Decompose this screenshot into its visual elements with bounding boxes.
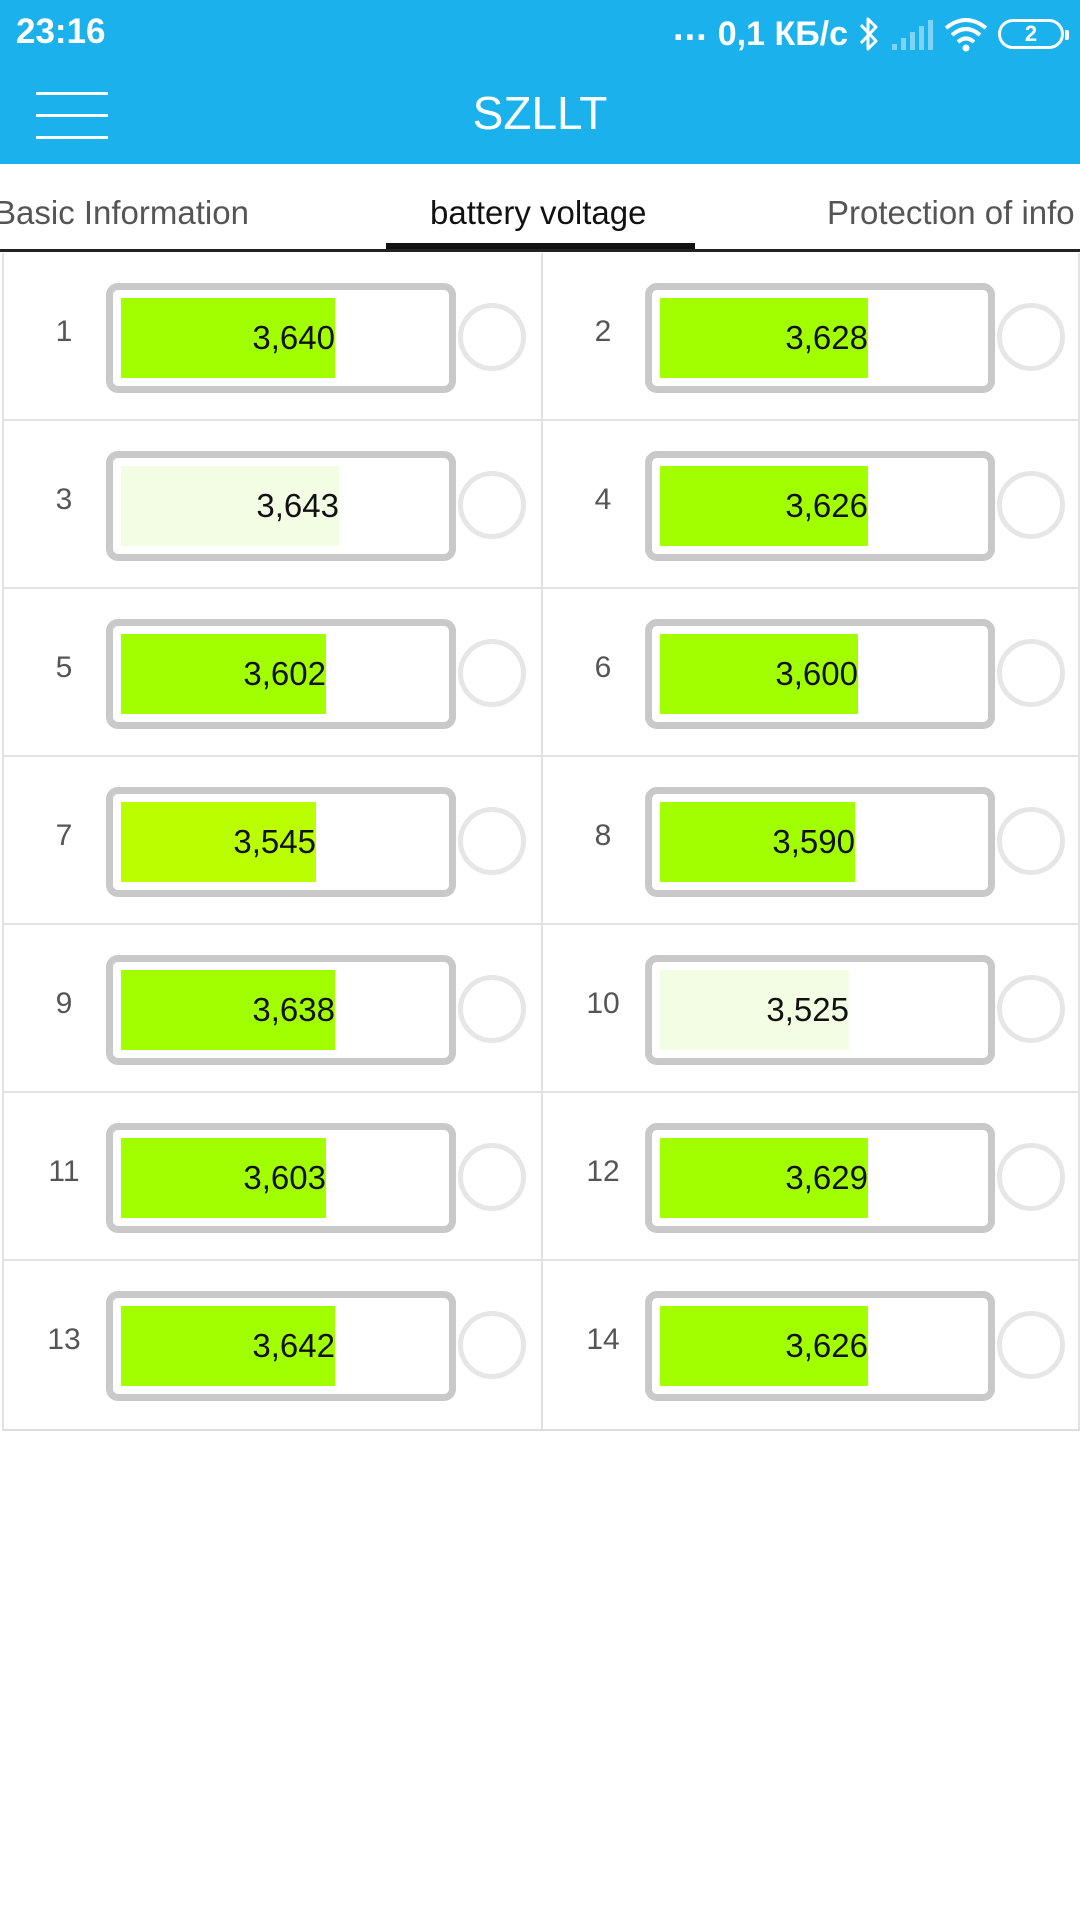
battery-cell-item: 11 3,603 xyxy=(2,1093,541,1259)
cell-voltage-bar: 3,626 xyxy=(645,451,995,561)
cell-voltage-value: 3,642 xyxy=(252,1327,335,1364)
cell-voltage-bar: 3,525 xyxy=(645,955,995,1065)
cell-voltage-bar: 3,626 xyxy=(645,1291,995,1401)
cell-index: 3 xyxy=(55,483,73,516)
cell-index: 11 xyxy=(48,1155,80,1188)
cell-voltage-value: 3,638 xyxy=(252,991,335,1028)
cell-voltage-bar: 3,600 xyxy=(645,619,995,729)
balance-indicator-radio[interactable] xyxy=(997,807,1065,875)
battery-cell-item: 13 3,642 xyxy=(2,1261,541,1429)
battery-cell-item: 10 3,525 xyxy=(541,925,1080,1091)
battery-icon: 2 xyxy=(998,19,1069,49)
cell-row: 11 3,603 12 3,629 xyxy=(2,1093,1080,1261)
cell-index: 14 xyxy=(586,1323,620,1356)
cell-row: 5 3,602 6 3,600 xyxy=(2,589,1080,757)
tab-protection-of-info[interactable]: Protection of info xyxy=(827,194,1075,232)
cell-voltage-value: 3,628 xyxy=(785,319,868,356)
cell-index: 2 xyxy=(594,315,612,348)
balance-indicator-radio[interactable] xyxy=(458,639,526,707)
status-icons: ... 0,1 КБ/с 2 xyxy=(673,7,1069,58)
cell-voltage-value: 3,590 xyxy=(772,823,855,860)
battery-cell-item: 3 3,643 xyxy=(2,421,541,587)
cell-voltage-value: 3,640 xyxy=(252,319,335,356)
balance-indicator-radio[interactable] xyxy=(458,471,526,539)
balance-indicator-radio[interactable] xyxy=(997,471,1065,539)
cell-row: 3 3,643 4 3,626 xyxy=(2,421,1080,589)
battery-cell-item: 8 3,590 xyxy=(541,757,1080,923)
cell-row: 13 3,642 14 3,626 xyxy=(2,1261,1080,1429)
cell-index: 4 xyxy=(594,483,612,516)
cell-voltage-value: 3,643 xyxy=(256,487,339,524)
battery-cell-item: 6 3,600 xyxy=(541,589,1080,755)
battery-cell-item: 9 3,638 xyxy=(2,925,541,1091)
battery-cell-item: 4 3,626 xyxy=(541,421,1080,587)
status-bar: 23:16 ... 0,1 КБ/с 2 xyxy=(0,0,1080,68)
cell-voltage-bar: 3,643 xyxy=(106,451,456,561)
balance-indicator-radio[interactable] xyxy=(997,975,1065,1043)
cell-index: 10 xyxy=(586,987,620,1020)
balance-indicator-radio[interactable] xyxy=(458,807,526,875)
bluetooth-icon xyxy=(859,17,878,51)
cell-voltage-bar: 3,602 xyxy=(106,619,456,729)
battery-cell-item: 5 3,602 xyxy=(2,589,541,755)
balance-indicator-radio[interactable] xyxy=(458,1311,526,1379)
balance-indicator-radio[interactable] xyxy=(458,975,526,1043)
cell-index: 9 xyxy=(55,987,73,1020)
battery-cell-item: 1 3,640 xyxy=(2,253,541,419)
status-time: 23:16 xyxy=(16,12,106,51)
cell-voltage-bar: 3,638 xyxy=(106,955,456,1065)
battery-cell-item: 7 3,545 xyxy=(2,757,541,923)
tab-battery-voltage[interactable]: battery voltage xyxy=(430,194,646,232)
cell-row: 7 3,545 8 3,590 xyxy=(2,757,1080,925)
balance-indicator-radio[interactable] xyxy=(997,1311,1065,1379)
balance-indicator-radio[interactable] xyxy=(458,1143,526,1211)
cellular-signal-icon xyxy=(892,20,933,50)
cell-voltage-value: 3,629 xyxy=(785,1159,868,1196)
cell-voltage-value: 3,626 xyxy=(785,1327,868,1364)
cell-voltage-value: 3,626 xyxy=(785,487,868,524)
cell-index: 7 xyxy=(55,819,73,852)
cell-voltage-value: 3,525 xyxy=(766,991,849,1028)
more-notifications-icon: ... xyxy=(673,7,708,49)
balance-indicator-radio[interactable] xyxy=(458,303,526,371)
cell-voltage-value: 3,602 xyxy=(243,655,326,692)
tab-bar: Basic Information battery voltage Protec… xyxy=(0,164,1080,252)
wifi-icon xyxy=(944,18,988,52)
app-header: 23:16 ... 0,1 КБ/с 2 SZLLT xyxy=(0,0,1080,164)
cell-index: 8 xyxy=(594,819,612,852)
cell-index: 5 xyxy=(55,651,73,684)
cell-voltage-grid: 1 3,640 2 3,628 3 3,643 4 3,626 5 3,602 6 3,600 7 3,5… xyxy=(2,253,1080,1431)
cell-voltage-value: 3,603 xyxy=(243,1159,326,1196)
cell-voltage-bar: 3,640 xyxy=(106,283,456,393)
cell-voltage-bar: 3,629 xyxy=(645,1123,995,1233)
network-speed: 0,1 КБ/с xyxy=(717,14,848,53)
battery-cell-item: 12 3,629 xyxy=(541,1093,1080,1259)
cell-index: 12 xyxy=(586,1155,620,1188)
balance-indicator-radio[interactable] xyxy=(997,1143,1065,1211)
cell-row: 1 3,640 2 3,628 xyxy=(2,253,1080,421)
active-tab-indicator xyxy=(386,243,695,249)
cell-voltage-bar: 3,642 xyxy=(106,1291,456,1401)
cell-voltage-value: 3,600 xyxy=(775,655,858,692)
cell-voltage-value: 3,545 xyxy=(233,823,316,860)
app-title: SZLLT xyxy=(472,87,608,139)
cell-index: 13 xyxy=(47,1323,81,1356)
cell-voltage-bar: 3,603 xyxy=(106,1123,456,1233)
battery-cell-item: 2 3,628 xyxy=(541,253,1080,419)
balance-indicator-radio[interactable] xyxy=(997,303,1065,371)
cell-row: 9 3,638 10 3,525 xyxy=(2,925,1080,1093)
cell-index: 6 xyxy=(594,651,612,684)
battery-cell-item: 14 3,626 xyxy=(541,1261,1080,1429)
cell-voltage-bar: 3,545 xyxy=(106,787,456,897)
balance-indicator-radio[interactable] xyxy=(997,639,1065,707)
cell-voltage-bar: 3,628 xyxy=(645,283,995,393)
cell-index: 1 xyxy=(55,315,73,348)
tab-basic-information[interactable]: Basic Information xyxy=(0,194,249,232)
cell-voltage-bar: 3,590 xyxy=(645,787,995,897)
